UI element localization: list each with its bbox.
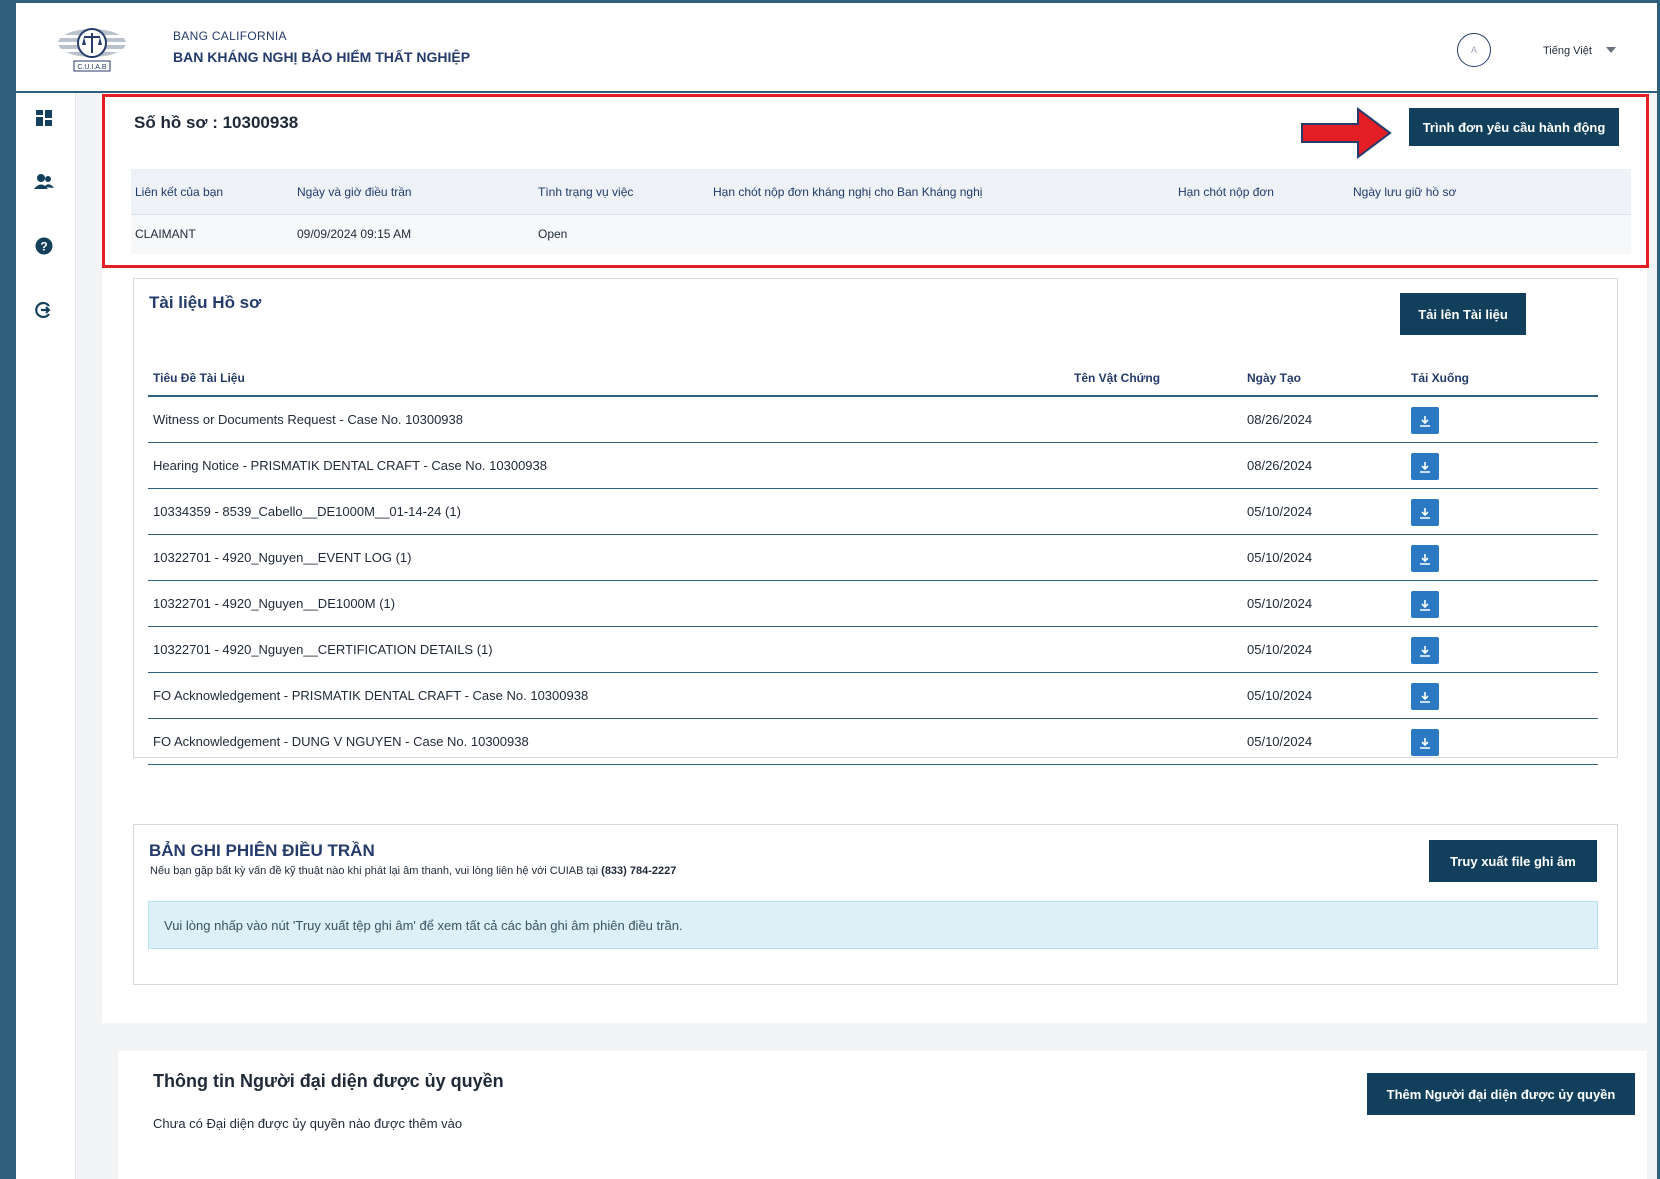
upload-document-button[interactable]: Tải lên Tài liệu: [1400, 293, 1526, 335]
sidebar: ?: [16, 93, 76, 1179]
document-title: 10322701 - 4920_Nguyen__CERTIFICATION DE…: [153, 642, 493, 657]
logout-icon[interactable]: [33, 299, 55, 321]
download-icon: [1420, 645, 1430, 657]
arrow-right-icon: [1301, 107, 1392, 159]
col-case-status: Tình trạng vụ việc: [538, 185, 634, 199]
documents-title: Tài liệu Hồ sơ: [149, 293, 262, 312]
download-button[interactable]: [1411, 591, 1439, 618]
support-phone: (833) 784-2227: [601, 865, 677, 877]
document-title: Witness or Documents Request - Case No. …: [153, 412, 463, 427]
recording-support-note: Nếu bạn gặp bất kỳ vấn đề kỹ thuật nào k…: [150, 865, 677, 877]
table-row: Hearing Notice - PRISMATIK DENTAL CRAFT …: [148, 443, 1598, 489]
dashboard-icon[interactable]: [33, 107, 55, 129]
document-title: FO Acknowledgement - DUNG V NGUYEN - Cas…: [153, 734, 529, 749]
case-table-row: CLAIMANT 09/09/2024 09:15 AM Open: [131, 215, 1631, 254]
col-document-title: Tiêu Đề Tài Liệu: [153, 371, 245, 385]
col-your-link: Liên kết của bạn: [135, 185, 224, 199]
download-icon: [1420, 599, 1430, 611]
download-icon: [1420, 691, 1430, 703]
document-title: FO Acknowledgement - PRISMATIK DENTAL CR…: [153, 688, 589, 703]
case-main-panel: Số hồ sơ : 10300938 Trình đơn yêu cầu hà…: [102, 93, 1647, 1023]
document-date: 05/10/2024: [1247, 688, 1313, 703]
top-header: C.U.I.A.B BANG CALIFORNIA BAN KHÁNG NGHỊ…: [16, 3, 1657, 93]
table-row: 10322701 - 4920_Nguyen__CERTIFICATION DE…: [148, 627, 1598, 673]
download-icon: [1420, 737, 1430, 749]
download-icon: [1420, 553, 1430, 565]
document-date: 05/10/2024: [1247, 596, 1313, 611]
table-row: 10322701 - 4920_Nguyen__EVENT LOG (1) 05…: [148, 535, 1598, 581]
document-date: 05/10/2024: [1247, 734, 1313, 749]
download-icon: [1420, 507, 1430, 519]
documents-table-header: Tiêu Đề Tài Liệu Tên Vật Chứng Ngày Tạo …: [148, 361, 1598, 397]
document-title: Hearing Notice - PRISMATIK DENTAL CRAFT …: [153, 458, 547, 473]
add-representative-button[interactable]: Thêm Người đại diện được ủy quyền: [1367, 1073, 1635, 1115]
language-selector[interactable]: Tiếng Việt: [1543, 45, 1592, 57]
document-date: 05/10/2024: [1247, 550, 1313, 565]
cuiab-logo-icon: C.U.I.A.B: [58, 28, 126, 72]
download-button[interactable]: [1411, 637, 1439, 664]
representative-empty-note: Chưa có Đại diện được ủy quyền nào được …: [153, 1116, 463, 1131]
col-exhibit-name: Tên Vật Chứng: [1074, 371, 1161, 385]
download-button[interactable]: [1411, 453, 1439, 480]
recording-info-alert: Vui lòng nhấp vào nút 'Truy xuất tệp ghi…: [148, 901, 1598, 949]
table-row: 10334359 - 8539_Cabello__DE1000M__01-14-…: [148, 489, 1598, 535]
cell-your-link: CLAIMANT: [135, 227, 196, 241]
help-icon[interactable]: ?: [33, 235, 55, 257]
cell-case-status: Open: [538, 227, 568, 241]
table-row: FO Acknowledgement - PRISMATIK DENTAL CR…: [148, 673, 1598, 719]
document-date: 05/10/2024: [1247, 504, 1313, 519]
case-summary-table: Liên kết của bạn Ngày và giờ điều trần T…: [131, 169, 1631, 254]
users-icon[interactable]: [33, 171, 55, 193]
table-row: FO Acknowledgement - DUNG V NGUYEN - Cas…: [148, 719, 1598, 765]
retrieve-recording-button[interactable]: Truy xuất file ghi âm: [1429, 840, 1597, 882]
action-request-button[interactable]: Trình đơn yêu cầu hành động: [1409, 108, 1619, 146]
authorized-representative-card: Thông tin Người đại diện được ủy quyền T…: [118, 1051, 1647, 1179]
chevron-down-icon[interactable]: [1606, 47, 1616, 53]
logo-text: C.U.I.A.B: [77, 64, 107, 71]
app-frame: C.U.I.A.B BANG CALIFORNIA BAN KHÁNG NGHỊ…: [0, 0, 1660, 1179]
user-avatar[interactable]: A: [1457, 33, 1491, 67]
col-hearing-datetime: Ngày và giờ điều trần: [297, 185, 412, 199]
hearing-recording-card: BẢN GHI PHIÊN ĐIỀU TRẦN Nếu bạn gặp bất …: [133, 824, 1618, 985]
table-row: Witness or Documents Request - Case No. …: [148, 397, 1598, 443]
svg-text:?: ?: [40, 240, 47, 254]
document-date: 05/10/2024: [1247, 642, 1313, 657]
download-icon: [1420, 415, 1430, 427]
col-created-date: Ngày Tạo: [1247, 371, 1302, 385]
org-title: BAN KHÁNG NGHỊ BẢO HIỂM THẤT NGHIỆP: [173, 49, 471, 65]
col-download: Tải Xuống: [1411, 371, 1469, 385]
document-title: 10322701 - 4920_Nguyen__EVENT LOG (1): [153, 550, 412, 565]
table-row: 10322701 - 4920_Nguyen__DE1000M (1) 05/1…: [148, 581, 1598, 627]
document-date: 08/26/2024: [1247, 458, 1313, 473]
case-table-header: Liên kết của bạn Ngày và giờ điều trần T…: [131, 169, 1631, 215]
download-button[interactable]: [1411, 499, 1439, 526]
recording-title: BẢN GHI PHIÊN ĐIỀU TRẦN: [149, 841, 375, 860]
case-number-title: Số hồ sơ : 10300938: [134, 113, 299, 132]
col-filing-deadline: Hạn chót nộp đơn: [1178, 185, 1274, 199]
representative-title: Thông tin Người đại diện được ủy quyền: [153, 1071, 504, 1091]
download-button[interactable]: [1411, 545, 1439, 572]
download-icon: [1420, 461, 1430, 473]
case-documents-card: Tài liệu Hồ sơ Tải lên Tài liệu Tiêu Đề …: [133, 278, 1618, 765]
col-retention-date: Ngày lưu giữ hồ sơ: [1353, 185, 1457, 199]
org-subtitle: BANG CALIFORNIA: [173, 29, 287, 43]
document-title: 10334359 - 8539_Cabello__DE1000M__01-14-…: [153, 504, 461, 519]
cell-hearing-datetime: 09/09/2024 09:15 AM: [297, 227, 412, 241]
document-title: 10322701 - 4920_Nguyen__DE1000M (1): [153, 596, 396, 611]
download-button[interactable]: [1411, 729, 1439, 756]
download-button[interactable]: [1411, 407, 1439, 434]
download-button[interactable]: [1411, 683, 1439, 710]
document-date: 08/26/2024: [1247, 412, 1313, 427]
col-appeal-deadline: Hạn chót nộp đơn kháng nghị cho Ban Khán…: [713, 185, 983, 199]
